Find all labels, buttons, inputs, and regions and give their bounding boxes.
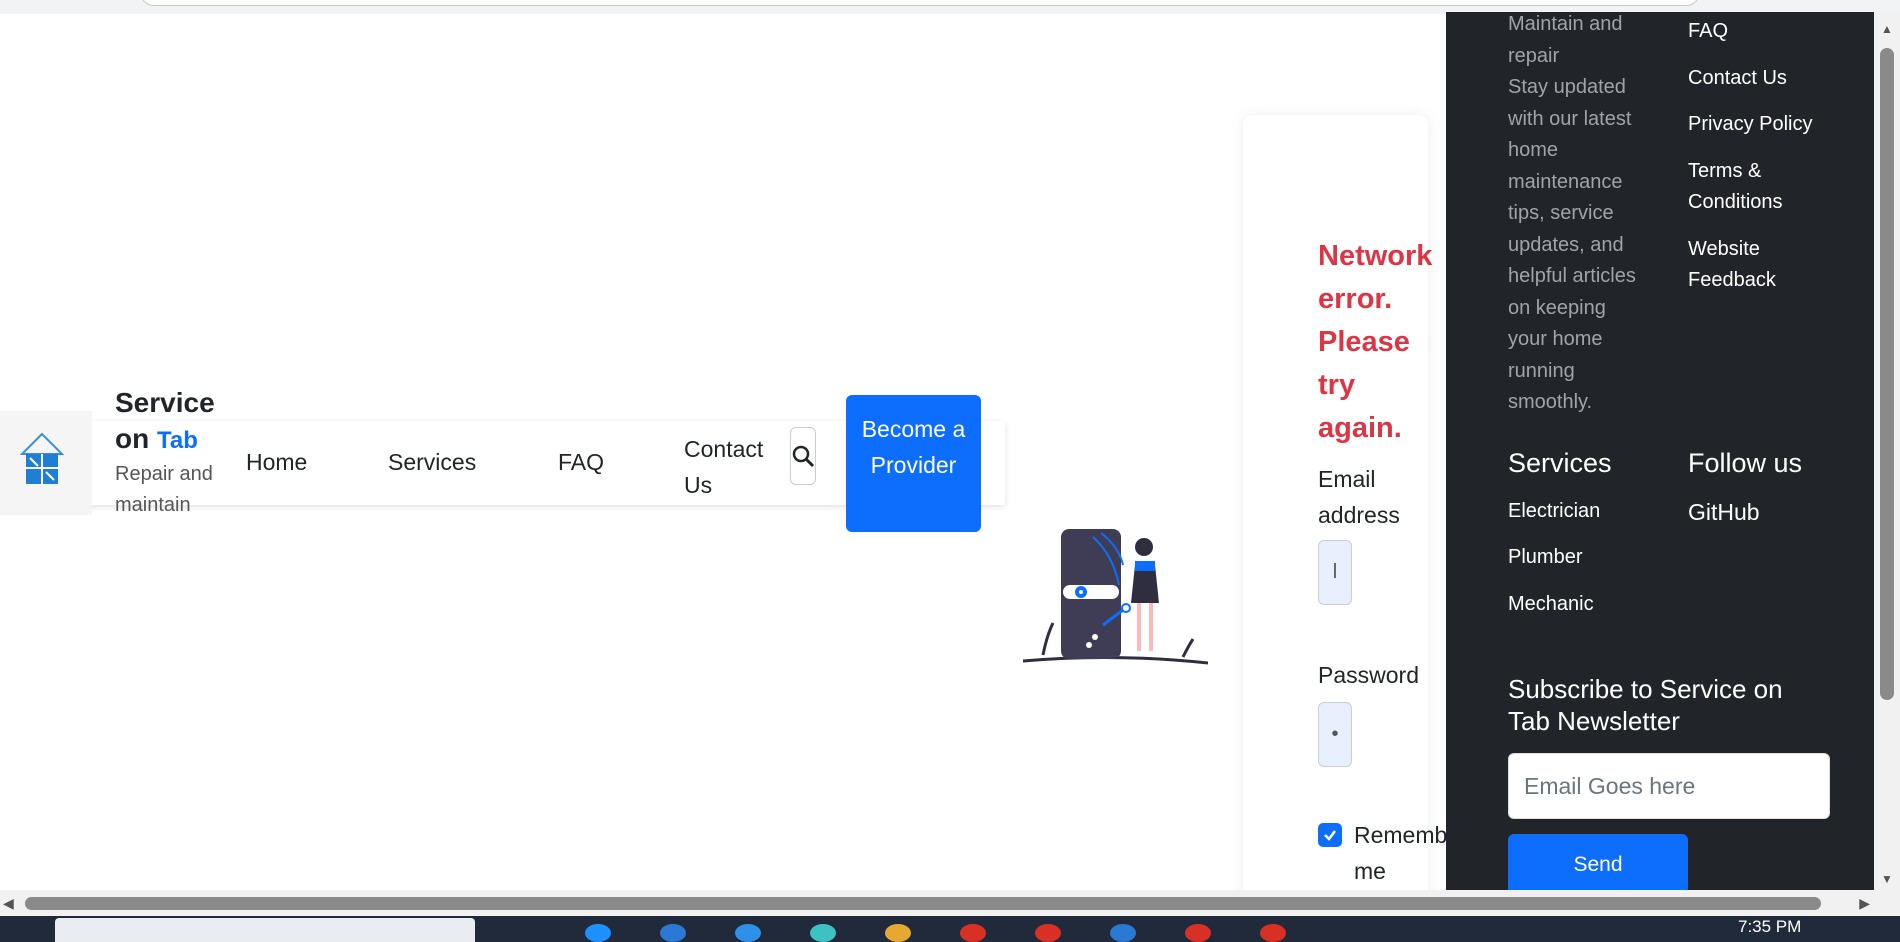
email-label: Email address <box>1318 466 1400 528</box>
footer-link-privacy-policy[interactable]: Privacy Policy <box>1688 109 1812 140</box>
taskbar-app-icon[interactable] <box>1110 924 1136 942</box>
login-error-message: Network error. Please try again. <box>1318 240 1433 444</box>
house-logo-icon[interactable] <box>20 432 64 486</box>
footer-about-text: Maintain and repair Stay updated with ou… <box>1508 13 1636 413</box>
brand-name-tab: Tab <box>157 427 198 454</box>
os-taskbar: 7:35 PM <box>0 916 1900 942</box>
newsletter-heading: Subscribe to Service on Tab Newsletter <box>1508 674 1783 736</box>
brand-name-on: on <box>115 423 150 454</box>
taskbar-app-icon[interactable] <box>1260 924 1286 942</box>
footer-link-website-feedback[interactable]: Website Feedback <box>1688 234 1808 296</box>
taskbar-app-icon[interactable] <box>735 924 761 942</box>
password-field[interactable]: • <box>1318 702 1352 767</box>
scroll-left-icon[interactable]: ◀ <box>3 895 14 912</box>
nav-home[interactable]: Home <box>246 449 307 476</box>
taskbar-app-icon[interactable] <box>585 924 611 942</box>
footer-service-mechanic[interactable]: Mechanic <box>1508 589 1594 620</box>
email-field-value: l <box>1332 561 1338 583</box>
check-icon <box>1324 830 1336 841</box>
footer-services-heading: Services <box>1508 448 1612 478</box>
vertical-scrollbar[interactable]: ▲ ▼ <box>1874 12 1900 890</box>
taskbar-app-icon[interactable] <box>1185 924 1211 942</box>
nav-contact-us[interactable]: Contact Us <box>684 431 774 503</box>
brand[interactable]: Service on Tab Repair and maintain <box>115 385 235 521</box>
search-button[interactable] <box>790 427 816 485</box>
scroll-up-icon[interactable]: ▲ <box>1881 22 1893 36</box>
horizontal-scrollbar[interactable]: ◀ ▶ <box>0 890 1900 916</box>
login-illustration <box>1023 529 1208 665</box>
taskbar-app-icon[interactable] <box>1035 924 1061 942</box>
taskbar-app-icon[interactable] <box>660 924 686 942</box>
footer-service-plumber[interactable]: Plumber <box>1508 542 1582 573</box>
footer-github-link[interactable]: GitHub <box>1688 497 1760 528</box>
taskbar-app-icon[interactable] <box>960 924 986 942</box>
nav-faq[interactable]: FAQ <box>558 449 604 476</box>
password-label: Password <box>1318 662 1419 688</box>
vertical-scroll-thumb[interactable] <box>1880 48 1894 700</box>
taskbar-app-icon[interactable] <box>885 924 911 942</box>
brand-tagline: Repair and maintain <box>115 463 213 516</box>
brand-name: Service on Tab <box>115 385 235 459</box>
scroll-down-icon[interactable]: ▼ <box>1881 872 1893 886</box>
footer-service-electrician[interactable]: Electrician <box>1508 496 1600 527</box>
email-field[interactable]: l <box>1318 540 1352 605</box>
footer-follow-heading: Follow us <box>1688 448 1803 478</box>
brand-name-service: Service <box>115 387 215 418</box>
horizontal-scroll-thumb[interactable] <box>25 897 1821 910</box>
scroll-right-icon[interactable]: ▶ <box>1859 895 1870 912</box>
footer-link-terms[interactable]: Terms & Conditions <box>1688 156 1808 218</box>
become-provider-button[interactable]: Become a Provider <box>846 395 981 532</box>
nav-services[interactable]: Services <box>388 449 476 476</box>
footer-link-faq[interactable]: FAQ <box>1688 16 1728 47</box>
remember-me-checkbox[interactable] <box>1318 823 1342 847</box>
address-bar[interactable] <box>140 0 1700 6</box>
taskbar-search-box[interactable] <box>55 918 475 942</box>
newsletter-email-input[interactable] <box>1508 753 1830 819</box>
search-icon <box>792 445 815 468</box>
newsletter-send-button[interactable]: Send <box>1508 834 1688 894</box>
footer-link-contact-us[interactable]: Contact Us <box>1688 63 1787 94</box>
remember-me-label[interactable]: Remember me <box>1354 817 1468 889</box>
taskbar-app-icon[interactable] <box>810 924 836 942</box>
password-field-value: • <box>1331 723 1339 745</box>
taskbar-clock: 7:35 PM <box>1738 917 1802 936</box>
